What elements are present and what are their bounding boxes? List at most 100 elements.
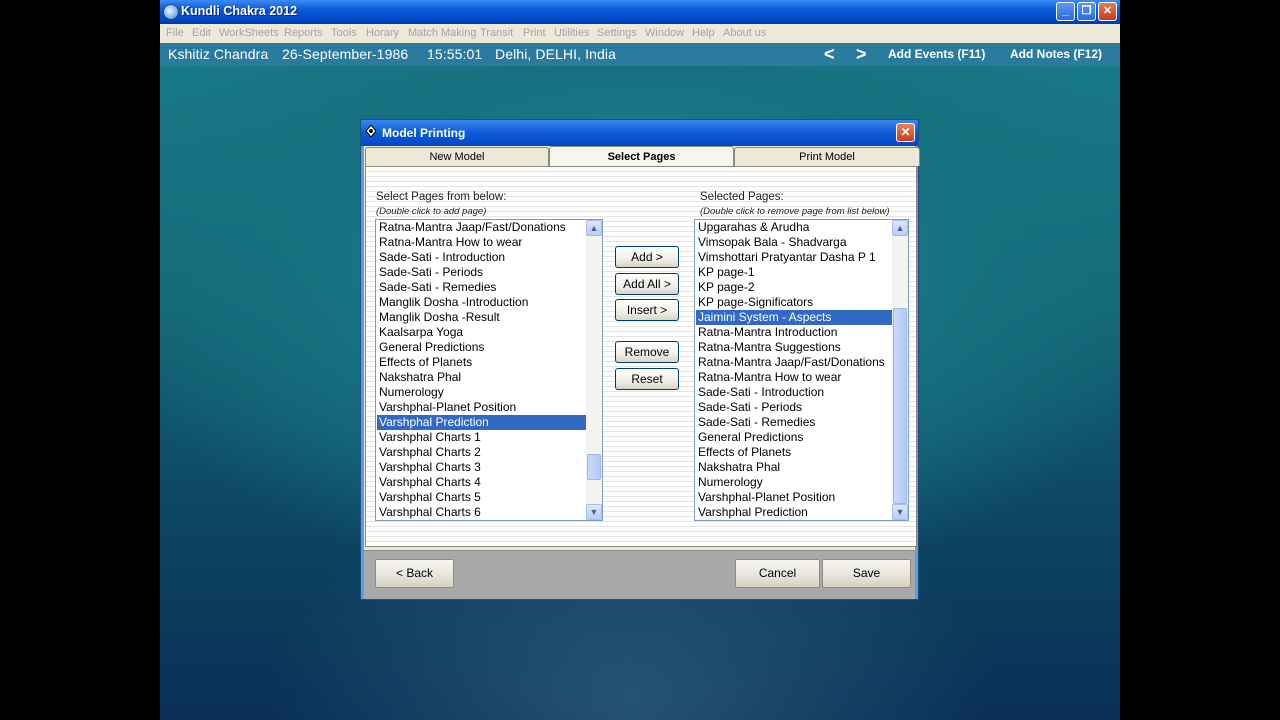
menu-worksheets[interactable]: WorkSheets	[219, 27, 279, 39]
add-events-button[interactable]: Add Events (F11)	[888, 47, 985, 61]
menu-print[interactable]: Print	[523, 27, 546, 39]
menu-edit[interactable]: Edit	[192, 27, 211, 39]
selected-pages-scrollbar[interactable]: ▲ ▼	[892, 220, 908, 520]
dialog-icon	[366, 125, 376, 137]
list-item[interactable]: General Predictions	[696, 430, 893, 445]
menu-settings[interactable]: Settings	[597, 27, 637, 39]
menu-transit[interactable]: Transit	[480, 27, 513, 39]
birth-place: Delhi, DELHI, India	[495, 46, 616, 62]
tab-new-model[interactable]: New Model	[365, 147, 549, 166]
person-name: Kshitiz Chandra	[168, 46, 269, 62]
list-item[interactable]: Numerology	[696, 475, 893, 490]
menu-help[interactable]: Help	[692, 27, 715, 39]
list-item[interactable]: Varshphal Prediction	[696, 505, 893, 520]
list-item[interactable]: Varshphal-Planet Position	[377, 400, 587, 415]
menu-window[interactable]: Window	[645, 27, 684, 39]
list-item[interactable]: Ratna-Mantra How to wear	[696, 370, 893, 385]
minimize-button[interactable]: _	[1056, 2, 1075, 21]
list-item[interactable]: KP page-2	[696, 280, 893, 295]
list-item[interactable]: Jaimini System - Aspects	[696, 310, 893, 325]
list-item[interactable]: Sade-Sati - Introduction	[696, 385, 893, 400]
list-item[interactable]: Ratna-Mantra Jaap/Fast/Donations	[696, 355, 893, 370]
available-pages-items: Ratna-Mantra Jaap/Fast/Donations Ratna-Ma…	[377, 220, 587, 520]
back-button[interactable]: < Back	[375, 559, 454, 588]
reset-button[interactable]: Reset	[615, 368, 679, 390]
dialog-footer: < Back Cancel Save	[364, 550, 915, 599]
list-item[interactable]: Ratna-Mantra How to wear	[377, 235, 587, 250]
list-item[interactable]: Varshphal Charts 4	[377, 475, 587, 490]
desktop-background: Kundli Chakra 2012 _ ❐ ✕ File Edit WorkS…	[160, 0, 1120, 720]
scroll-thumb[interactable]	[587, 454, 601, 480]
list-item[interactable]: Varshphal Prediction	[377, 415, 587, 430]
list-item[interactable]: Effects of Planets	[377, 355, 587, 370]
list-item[interactable]: Ratna-Mantra Introduction	[696, 325, 893, 340]
available-pages-hint: (Double click to add page)	[376, 206, 487, 217]
selected-pages-list[interactable]: Upgarahas & Arudha Vimsopak Bala - Shadva…	[694, 219, 909, 521]
birth-time: 15:55:01	[427, 46, 483, 62]
tab-select-pages[interactable]: Select Pages	[549, 146, 734, 167]
list-item[interactable]: KP page-Significators	[696, 295, 893, 310]
scroll-thumb[interactable]	[893, 308, 907, 504]
list-item[interactable]: Varshphal Charts 6	[377, 505, 587, 520]
selected-pages-items: Upgarahas & Arudha Vimsopak Bala - Shadva…	[696, 220, 893, 520]
dialog-title: Model Printing	[382, 126, 466, 140]
add-button[interactable]: Add >	[615, 246, 679, 268]
menu-about[interactable]: About us	[723, 27, 766, 39]
restore-button[interactable]: ❐	[1077, 2, 1096, 21]
birth-date: 26-September-1986	[282, 46, 409, 62]
menu-tools[interactable]: Tools	[331, 27, 357, 39]
list-item[interactable]: Upgarahas & Arudha	[696, 220, 893, 235]
cancel-button[interactable]: Cancel	[735, 559, 820, 588]
list-item[interactable]: Sade-Sati - Introduction	[377, 250, 587, 265]
menu-match-making[interactable]: Match Making	[408, 27, 476, 39]
menu-reports[interactable]: Reports	[284, 27, 323, 39]
selected-pages-hint: (Double click to remove page from list b…	[700, 206, 890, 217]
next-arrow-icon[interactable]: >	[856, 44, 867, 65]
available-pages-list[interactable]: Ratna-Mantra Jaap/Fast/Donations Ratna-Ma…	[375, 219, 603, 521]
scroll-up-icon[interactable]: ▲	[892, 220, 908, 236]
list-item[interactable]: Ratna-Mantra Jaap/Fast/Donations	[377, 220, 587, 235]
list-item[interactable]: Sade-Sati - Periods	[377, 265, 587, 280]
list-item[interactable]: Varshphal Charts 3	[377, 460, 587, 475]
dialog-body: New Model Select Pages Print Model Selec…	[364, 146, 920, 599]
list-item[interactable]: Varshphal-Planet Position	[696, 490, 893, 505]
available-pages-scrollbar[interactable]: ▲ ▼	[586, 220, 602, 520]
list-item[interactable]: Kaalsarpa Yoga	[377, 325, 587, 340]
menu-bar: File Edit WorkSheets Reports Tools Horar…	[160, 24, 1120, 43]
chart-info-bar: Kshitiz Chandra 26-September-1986 15:55:…	[160, 43, 1120, 66]
add-notes-button[interactable]: Add Notes (F12)	[1010, 47, 1102, 61]
tab-print-model[interactable]: Print Model	[734, 147, 920, 166]
list-item[interactable]: General Predictions	[377, 340, 587, 355]
dialog-close-button[interactable]: ✕	[896, 123, 915, 142]
insert-button[interactable]: Insert >	[615, 299, 679, 321]
scroll-up-icon[interactable]: ▲	[586, 220, 602, 236]
list-item[interactable]: Varshphal Charts 5	[377, 490, 587, 505]
select-pages-panel: Select Pages from below: (Double click t…	[365, 166, 917, 547]
menu-utilities[interactable]: Utilities	[554, 27, 589, 39]
list-item[interactable]: Effects of Planets	[696, 445, 893, 460]
list-item[interactable]: Varshphal Charts 2	[377, 445, 587, 460]
app-title: Kundli Chakra 2012	[181, 4, 298, 18]
scroll-down-icon[interactable]: ▼	[892, 504, 908, 520]
list-item[interactable]: Manglik Dosha -Introduction	[377, 295, 587, 310]
remove-button[interactable]: Remove	[615, 341, 679, 363]
list-item[interactable]: Vimsopak Bala - Shadvarga	[696, 235, 893, 250]
prev-arrow-icon[interactable]: <	[824, 44, 835, 65]
add-all-button[interactable]: Add All >	[615, 273, 679, 295]
list-item[interactable]: Vimshottari Pratyantar Dasha P 1	[696, 250, 893, 265]
list-item[interactable]: Sade-Sati - Periods	[696, 400, 893, 415]
list-item[interactable]: Manglik Dosha -Result	[377, 310, 587, 325]
menu-file[interactable]: File	[166, 27, 184, 39]
scroll-down-icon[interactable]: ▼	[586, 504, 602, 520]
list-item[interactable]: Varshphal Charts 1	[377, 430, 587, 445]
list-item[interactable]: Sade-Sati - Remedies	[696, 415, 893, 430]
list-item[interactable]: Sade-Sati - Remedies	[377, 280, 587, 295]
list-item[interactable]: Ratna-Mantra Suggestions	[696, 340, 893, 355]
list-item[interactable]: Numerology	[377, 385, 587, 400]
list-item[interactable]: KP page-1	[696, 265, 893, 280]
menu-horary[interactable]: Horary	[366, 27, 399, 39]
close-button[interactable]: ✕	[1098, 2, 1117, 21]
list-item[interactable]: Nakshatra Phal	[696, 460, 893, 475]
list-item[interactable]: Nakshatra Phal	[377, 370, 587, 385]
save-button[interactable]: Save	[822, 559, 911, 588]
